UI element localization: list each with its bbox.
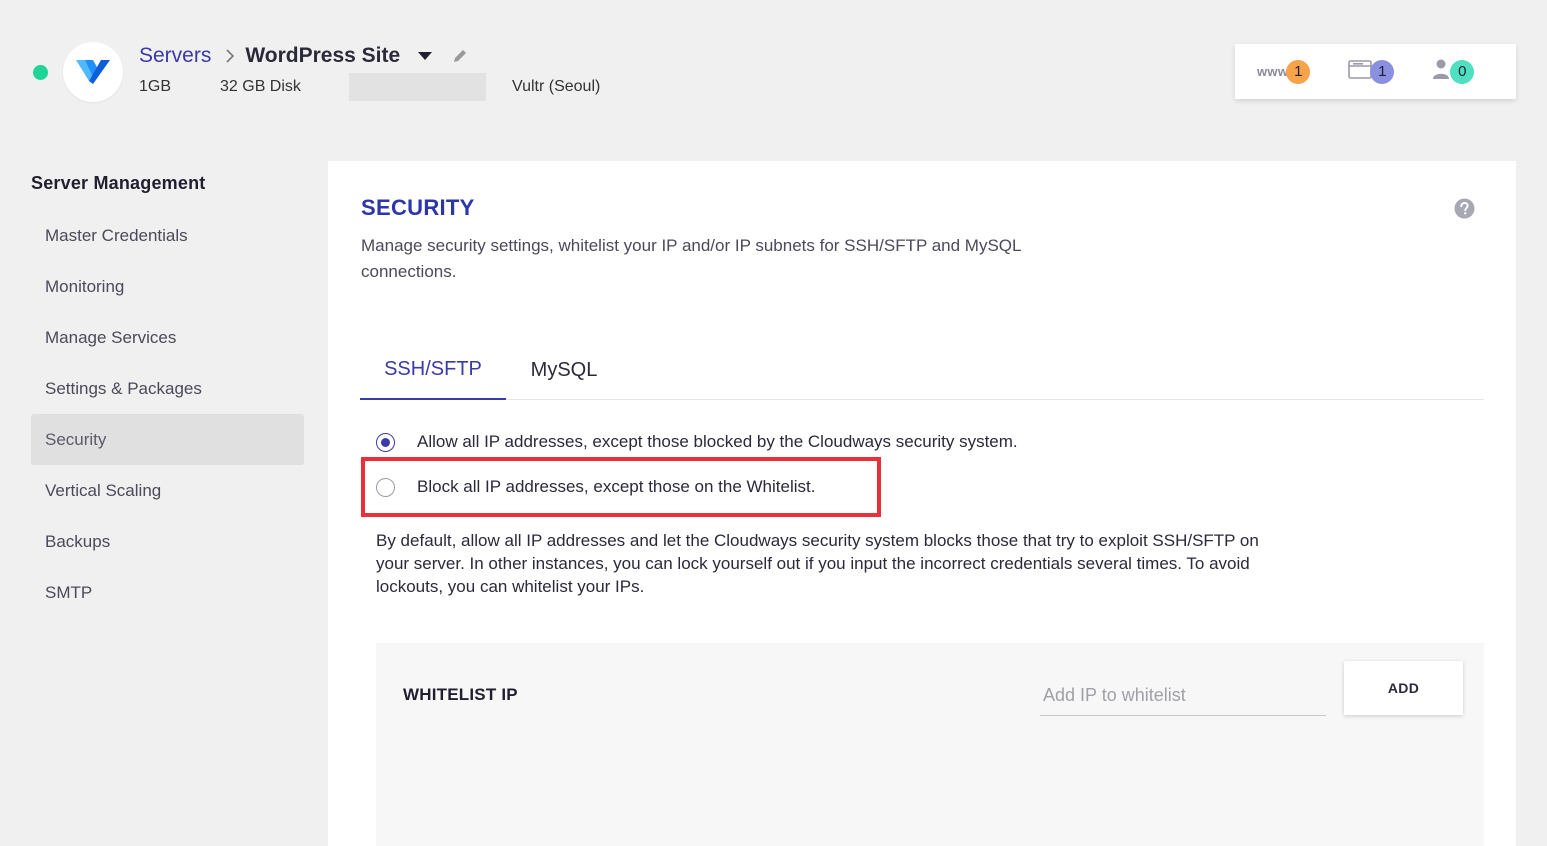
block-all-radio[interactable] [376, 477, 395, 497]
sidebar-item-smtp[interactable]: SMTP [31, 567, 304, 618]
www-icon: www [1257, 64, 1289, 79]
vultr-logo [63, 42, 123, 102]
www-count-badge: 1 [1286, 59, 1311, 84]
sidebar-item-vertical-scaling[interactable]: Vertical Scaling [31, 465, 304, 516]
pencil-icon[interactable] [452, 48, 468, 64]
block-all-option[interactable]: Block all IP addresses, except those on … [376, 477, 815, 497]
security-note: By default, allow all IP addresses and l… [376, 531, 1259, 596]
sidebar-title: Server Management [31, 173, 206, 193]
breadcrumb-servers-link[interactable]: Servers [139, 44, 211, 68]
files-stat[interactable]: 1 [1348, 58, 1395, 85]
whitelist-section: WHITELIST IP ADD [376, 643, 1484, 846]
whitelist-title: WHITELIST IP [403, 685, 518, 704]
server-provider: Vultr (Seoul) [512, 78, 601, 95]
page-description: Manage security settings, whitelist your… [361, 236, 1021, 281]
sidebar-item-backups[interactable]: Backups [31, 516, 304, 567]
security-panel: SECURITY Manage security settings, white… [328, 161, 1516, 846]
add-ip-button[interactable]: ADD [1344, 661, 1463, 715]
allow-all-label: Allow all IP addresses, except those blo… [417, 432, 1018, 451]
caret-down-icon[interactable] [418, 51, 433, 61]
sidebar-item-settings-packages[interactable]: Settings & Packages [31, 363, 304, 414]
tab-bar: SSH/SFTP MySQL [360, 341, 1484, 400]
sidebar-item-master-credentials[interactable]: Master Credentials [31, 210, 304, 261]
app-name: WordPress Site [245, 44, 401, 67]
sidebar: Server Management Master Credentials Mon… [31, 173, 304, 618]
sidebar-item-monitoring[interactable]: Monitoring [31, 261, 304, 312]
breadcrumb: Servers WordPress Site [139, 44, 468, 68]
server-disk: 32 GB Disk [220, 78, 301, 95]
sidebar-item-security[interactable]: Security [31, 414, 304, 465]
help-icon[interactable] [1454, 198, 1475, 224]
page-title: SECURITY [361, 195, 475, 220]
server-stats-box: www 1 1 0 [1235, 44, 1516, 99]
users-count-badge: 0 [1450, 59, 1475, 84]
radio-selected-dot [381, 437, 390, 447]
chevron-right-icon [225, 49, 235, 63]
tab-mysql[interactable]: MySQL [506, 341, 622, 399]
server-status-dot [33, 65, 48, 80]
files-count-badge: 1 [1370, 59, 1395, 84]
server-ip-redacted [349, 73, 486, 101]
block-all-label: Block all IP addresses, except those on … [417, 477, 816, 496]
allow-all-radio[interactable] [376, 432, 395, 452]
allow-all-option[interactable]: Allow all IP addresses, except those blo… [376, 432, 1018, 452]
www-apps-stat[interactable]: www 1 [1257, 59, 1311, 84]
server-ram: 1GB [139, 78, 172, 95]
sidebar-item-manage-services[interactable]: Manage Services [31, 312, 304, 363]
whitelist-ip-input[interactable] [1040, 669, 1326, 716]
tab-ssh-sftp[interactable]: SSH/SFTP [360, 341, 506, 400]
users-stat[interactable]: 0 [1432, 58, 1475, 85]
